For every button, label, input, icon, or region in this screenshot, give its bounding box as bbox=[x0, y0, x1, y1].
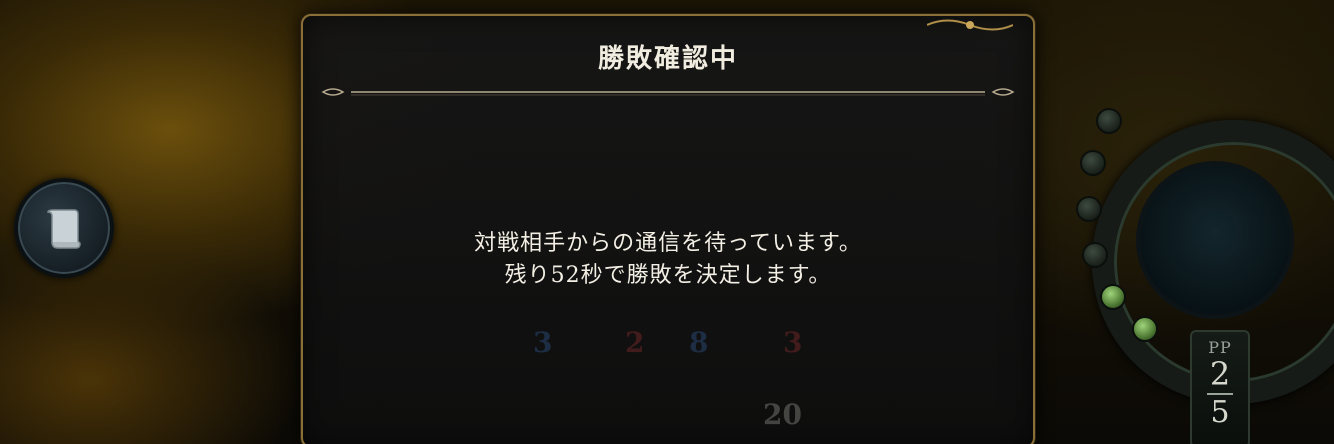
faded-stat: 3 bbox=[533, 326, 553, 359]
message-line: 対戦相手からの通信を待っています。 bbox=[474, 231, 862, 256]
leader-portrait-slot[interactable] bbox=[1140, 165, 1290, 315]
scroll-icon bbox=[47, 209, 81, 249]
message-line: 残り52秒で勝敗を決定します。 bbox=[504, 263, 832, 288]
pp-gem bbox=[1076, 196, 1102, 222]
faded-stat: 2 bbox=[625, 326, 645, 359]
pp-counter: PP 2 5 bbox=[1190, 330, 1250, 444]
match-result-dialog: 勝敗確認中 対戦相手からの通信を待っています。 残り52秒で勝敗を決定します。 … bbox=[301, 14, 1035, 444]
faded-board-stats: 3 2 8 3 20 bbox=[533, 322, 1123, 442]
faded-stat: 8 bbox=[689, 326, 709, 359]
log-button[interactable] bbox=[14, 178, 114, 278]
pp-gem-lit bbox=[1100, 284, 1126, 310]
faded-stat: 3 bbox=[783, 326, 803, 359]
faded-stat: 20 bbox=[763, 398, 802, 431]
waiting-message: 対戦相手からの通信を待っています。 残り52秒で勝敗を決定します。 bbox=[303, 228, 1033, 292]
dialog-title: 勝敗確認中 bbox=[597, 44, 738, 74]
pp-current: 2 bbox=[1209, 355, 1231, 393]
pp-max: 5 bbox=[1210, 395, 1230, 430]
pp-gem bbox=[1080, 150, 1106, 176]
pp-gem-lit bbox=[1132, 316, 1158, 342]
ornament-divider-icon bbox=[321, 88, 1015, 96]
pp-gem bbox=[1096, 108, 1122, 134]
game-screen: PP 2 5 勝敗確認中 対戦相手からの通信を待っています。 残り52秒で勝敗を… bbox=[0, 0, 1334, 444]
ornament-crest-icon bbox=[927, 19, 1013, 31]
pp-gem bbox=[1082, 242, 1108, 268]
